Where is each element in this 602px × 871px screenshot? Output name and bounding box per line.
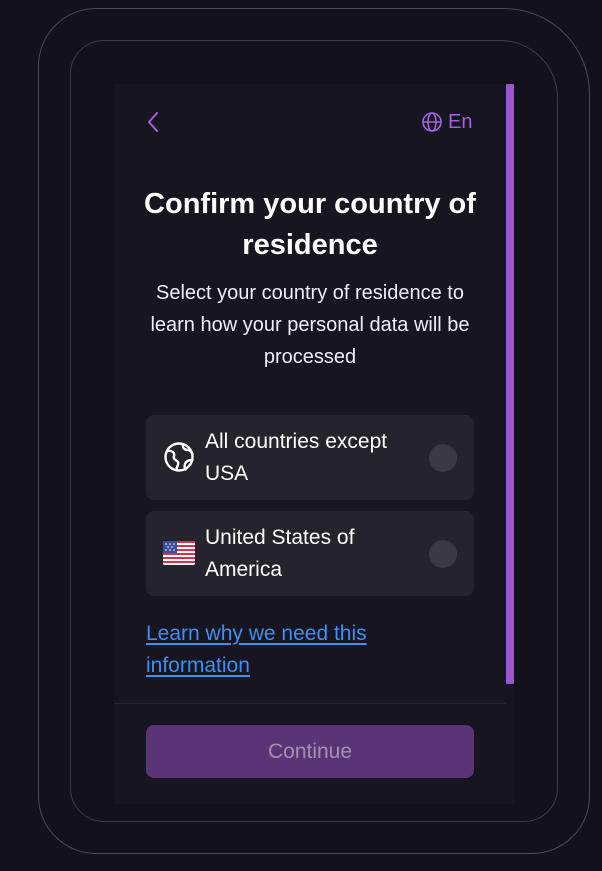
back-button[interactable]	[142, 108, 164, 136]
page-subtitle: Select your country of residence to lear…	[150, 282, 470, 368]
option-label: All countries except USA	[205, 430, 388, 485]
language-selector[interactable]: En	[421, 108, 472, 136]
world-globe-icon	[162, 440, 196, 474]
option-united-states[interactable]: United States of America	[146, 511, 474, 596]
option-radio[interactable]	[429, 540, 457, 568]
app-screen: En Confirm your country of residence Sel…	[0, 0, 602, 871]
learn-why-link[interactable]: Learn why we need this information	[146, 618, 436, 682]
option-all-countries-except-usa[interactable]: All countries except USA	[146, 415, 474, 500]
globe-icon	[422, 112, 442, 132]
continue-button[interactable]: Continue	[146, 725, 474, 778]
scrollbar[interactable]	[506, 84, 514, 684]
language-label: En	[448, 110, 473, 133]
us-flag-icon	[162, 536, 196, 570]
option-label: United States of America	[205, 526, 355, 581]
page-title: Confirm your country of residence	[144, 188, 476, 261]
option-radio[interactable]	[429, 444, 457, 472]
footer-divider	[114, 703, 506, 704]
chevron-left-icon	[148, 112, 158, 132]
